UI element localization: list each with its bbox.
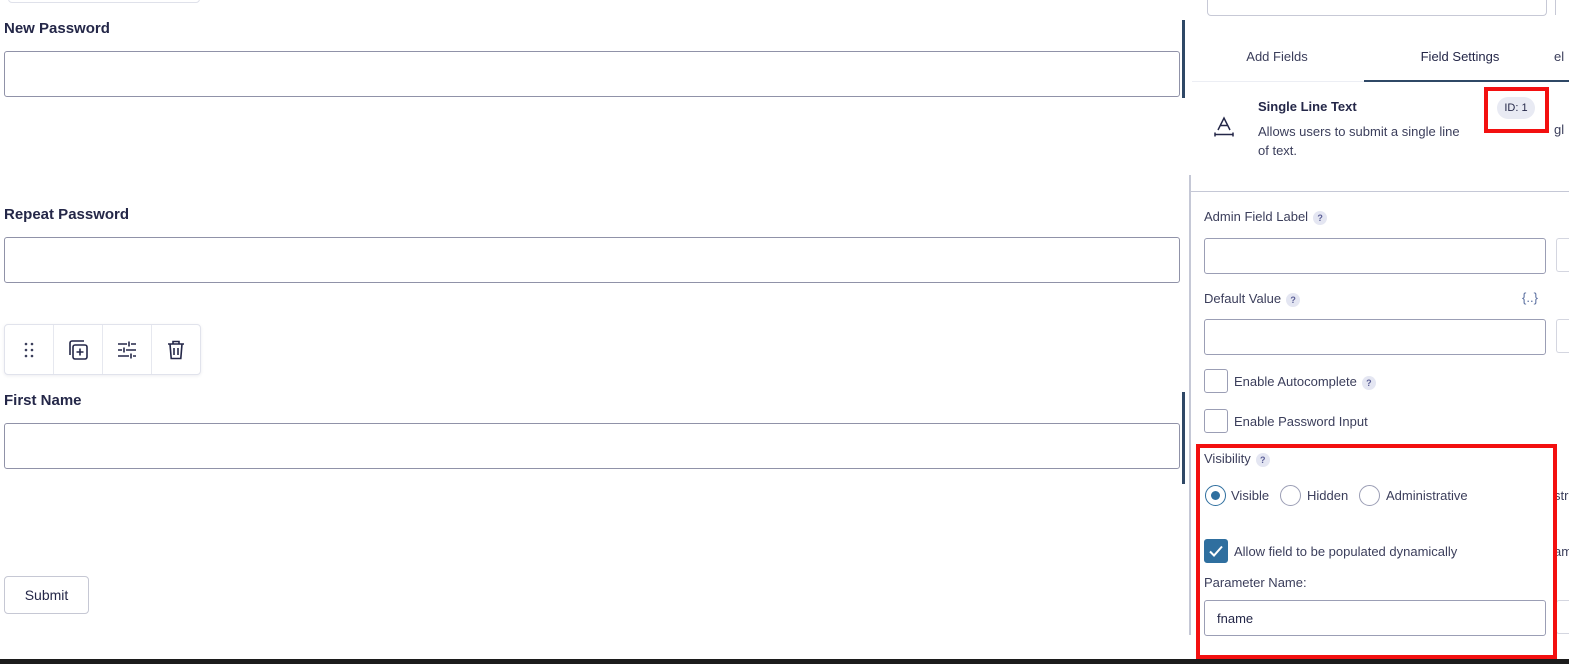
- highlight-box-visibility: [1196, 444, 1557, 659]
- panel-top-edge: [1555, 0, 1569, 15]
- repeat-password-input[interactable]: [4, 237, 1180, 283]
- field-type-description: Allows users to submit a single line of …: [1258, 124, 1460, 158]
- field-selection-bar: [1182, 20, 1185, 98]
- submit-button[interactable]: Submit: [4, 576, 89, 614]
- help-icon[interactable]: ?: [1313, 210, 1328, 225]
- first-name-input[interactable]: [4, 423, 1180, 469]
- help-icon[interactable]: ?: [1286, 292, 1301, 307]
- window-bottom-edge: [0, 659, 1569, 664]
- active-tab-indicator: [1364, 80, 1569, 82]
- side-input-edge: [1556, 319, 1569, 353]
- tab-field-settings[interactable]: Field Settings: [1364, 49, 1556, 64]
- first-name-label: First Name: [4, 392, 82, 409]
- side-input-edge: [1556, 238, 1569, 272]
- admin-field-label-title: Admin Field Label?: [1204, 209, 1328, 225]
- sliders-icon[interactable]: [103, 325, 152, 374]
- duplicate-icon[interactable]: [54, 325, 103, 374]
- default-value-input[interactable]: [1204, 319, 1546, 355]
- previous-field-toolbar-edge: [8, 0, 200, 3]
- highlight-box-id: [1484, 87, 1549, 133]
- settings-section-border: [1189, 175, 1191, 635]
- enable-autocomplete-label: Enable Autocomplete?: [1234, 374, 1376, 390]
- side-input-edge: [1556, 600, 1569, 634]
- trash-icon[interactable]: [152, 325, 200, 374]
- tab-clipped[interactable]: el: [1554, 49, 1569, 64]
- admin-field-label-input[interactable]: [1204, 238, 1546, 274]
- clipped-description: gl: [1554, 122, 1565, 137]
- default-value-title: Default Value?: [1204, 291, 1301, 307]
- panel-search-input[interactable]: [1207, 0, 1547, 16]
- repeat-password-label: Repeat Password: [4, 206, 130, 223]
- field-selection-bar: [1182, 392, 1185, 484]
- help-icon[interactable]: ?: [1361, 375, 1376, 390]
- enable-autocomplete-checkbox[interactable]: [1204, 369, 1228, 393]
- merge-tag-icon[interactable]: {..}: [1522, 290, 1538, 305]
- field-type-title: Single Line Text: [1258, 99, 1357, 114]
- new-password-input[interactable]: [4, 51, 1180, 97]
- field-toolbar: [4, 324, 201, 375]
- tab-add-fields[interactable]: Add Fields: [1192, 49, 1362, 64]
- enable-password-input-checkbox[interactable]: [1204, 409, 1228, 433]
- settings-section-top: [1189, 191, 1569, 192]
- new-password-label: New Password: [4, 20, 110, 37]
- text-field-icon: [1213, 116, 1235, 143]
- enable-password-input-label: Enable Password Input: [1234, 414, 1368, 429]
- drag-handle-icon[interactable]: [5, 325, 54, 374]
